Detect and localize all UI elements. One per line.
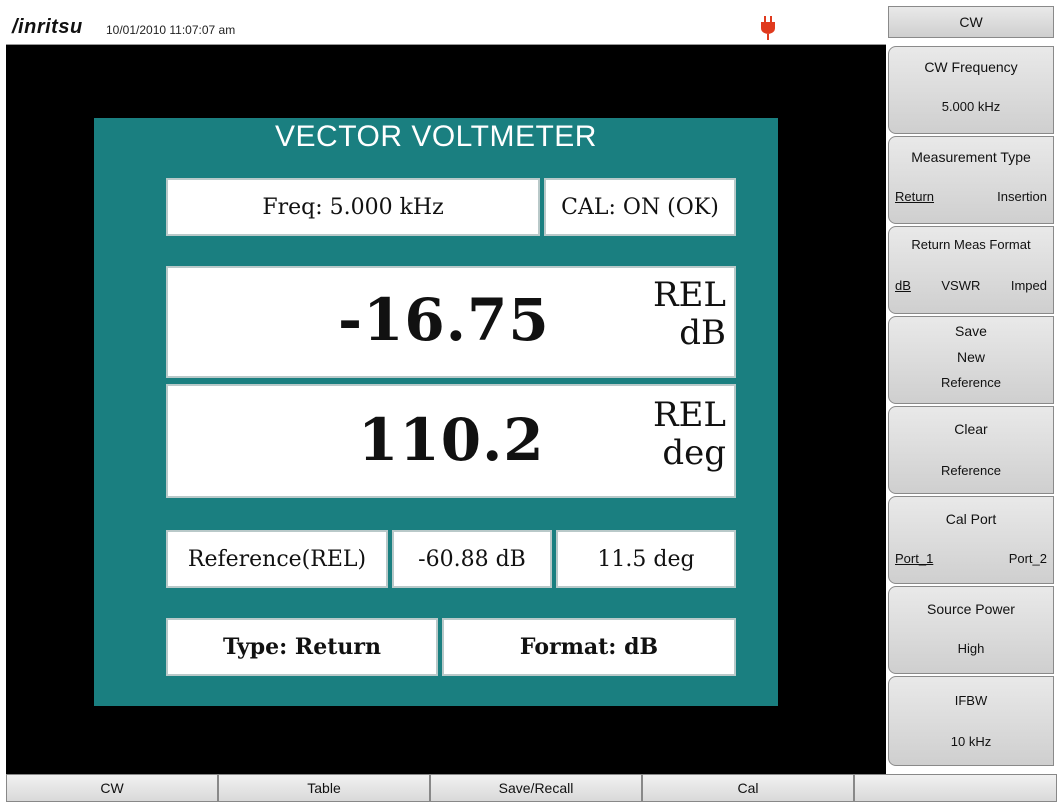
menu-table-label: Table [307, 780, 341, 796]
return-format-option-db[interactable]: dB [895, 278, 911, 293]
magnitude-unit: REL dB [653, 276, 726, 352]
phase-value: 110.2 [358, 406, 545, 474]
save-reference-line-3: Reference [941, 375, 1001, 390]
menu-cw-label: CW [100, 780, 124, 796]
softkey-menu-title-label: CW [959, 14, 983, 30]
return-format-option-imped[interactable]: Imped [1011, 278, 1047, 293]
phase-unit-rel: REL [653, 395, 726, 435]
return-meas-format-button[interactable]: Return Meas Format dB VSWR Imped [888, 226, 1054, 314]
phase-readout: 110.2 REL deg [166, 384, 736, 498]
measurement-type-button[interactable]: Measurement Type Return Insertion [888, 136, 1054, 224]
softkey-menu: CW CW Frequency 5.000 kHz Measurement Ty… [888, 6, 1057, 798]
menu-cal-button[interactable]: Cal [642, 774, 854, 802]
status-bar: /inritsu 10/01/2010 11:07:07 am [6, 10, 886, 45]
cw-frequency-label: CW Frequency [924, 59, 1018, 75]
menu-cw-button[interactable]: CW [6, 774, 218, 802]
cal-port-option-port1[interactable]: Port_1 [895, 551, 933, 566]
menu-save-recall-label: Save/Recall [498, 780, 574, 796]
phase-unit-deg: deg [662, 433, 726, 473]
menu-cal-label: Cal [737, 780, 759, 796]
brand-logo: /inritsu [12, 16, 83, 38]
measurement-type-label: Measurement Type [911, 149, 1031, 165]
menu-save-recall-button[interactable]: Save/Recall [430, 774, 642, 802]
panel-title: VECTOR VOLTMETER [275, 120, 597, 153]
magnitude-readout: -16.75 REL dB [166, 266, 736, 378]
cal-status-readout: CAL: ON (OK) [544, 178, 736, 236]
measurement-type-readout: Type: Return [166, 618, 438, 676]
save-reference-line-1: Save [955, 323, 987, 339]
menu-empty-slot [854, 774, 1057, 802]
instrument-screen: /inritsu 10/01/2010 11:07:07 am VECTOR V… [6, 10, 886, 797]
cw-frequency-button[interactable]: CW Frequency 5.000 kHz [888, 46, 1054, 134]
status-datetime: 10/01/2010 11:07:07 am [106, 23, 236, 37]
cw-frequency-value: 5.000 kHz [941, 99, 1001, 114]
measurement-type-option-return[interactable]: Return [895, 189, 934, 204]
source-power-button[interactable]: Source Power High [888, 586, 1054, 674]
return-meas-format-label: Return Meas Format [911, 237, 1031, 252]
reference-label: Reference(REL) [166, 530, 388, 588]
softkey-menu-title: CW [888, 6, 1054, 38]
reference-magnitude: -60.88 dB [392, 530, 552, 588]
vector-voltmeter-panel: VECTOR VOLTMETER Freq: 5.000 kHz CAL: ON… [94, 118, 778, 706]
measurement-format-readout: Format: dB [442, 618, 736, 676]
cal-port-label: Cal Port [945, 511, 997, 527]
magnitude-unit-db: dB [679, 313, 726, 353]
ifbw-button[interactable]: IFBW 10 kHz [888, 676, 1054, 766]
ifbw-label: IFBW [954, 693, 988, 708]
menu-table-button[interactable]: Table [218, 774, 430, 802]
magnitude-value: -16.75 [338, 286, 550, 354]
clear-reference-line-2: Reference [941, 463, 1001, 478]
cal-port-button[interactable]: Cal Port Port_1 Port_2 [888, 496, 1054, 584]
source-power-value: High [957, 641, 985, 656]
ifbw-value: 10 kHz [950, 734, 992, 749]
magnitude-unit-rel: REL [653, 275, 726, 315]
save-new-reference-button[interactable]: Save New Reference [888, 316, 1054, 404]
cal-port-option-port2[interactable]: Port_2 [1009, 551, 1047, 566]
measurement-type-option-insertion[interactable]: Insertion [997, 189, 1047, 204]
phase-unit: REL deg [653, 396, 726, 472]
power-plug-icon [761, 16, 775, 40]
clear-reference-button[interactable]: Clear Reference [888, 406, 1054, 494]
save-reference-line-2: New [956, 349, 985, 365]
reference-phase: 11.5 deg [556, 530, 736, 588]
frequency-readout: Freq: 5.000 kHz [166, 178, 540, 236]
clear-reference-line-1: Clear [954, 421, 988, 437]
source-power-label: Source Power [927, 601, 1015, 617]
return-format-option-vswr[interactable]: VSWR [941, 278, 980, 293]
